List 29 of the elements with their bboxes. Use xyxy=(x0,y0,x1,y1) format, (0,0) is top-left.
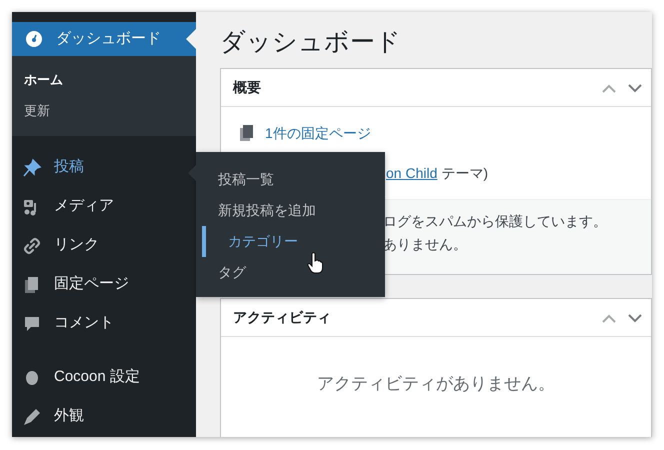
theme-link[interactable]: on Child xyxy=(386,162,438,184)
notice-text: ログをスパムから保護しています。 xyxy=(383,212,608,231)
panel-title: 概要 xyxy=(233,78,261,97)
theme-text: テーマ) xyxy=(441,164,488,183)
move-down-icon[interactable] xyxy=(627,82,643,94)
current-menu-item[interactable]: ダッシュボード xyxy=(12,22,196,56)
menu-item[interactable]: メディア xyxy=(12,187,196,226)
flyout-item[interactable]: 新規投稿を追加 xyxy=(196,195,385,226)
empty-message: アクティビティがありません。 xyxy=(317,373,555,395)
menu-item[interactable]: 固定ページ xyxy=(12,265,196,304)
submenu-item[interactable]: 更新 xyxy=(12,95,196,126)
panel-title: アクティビティ xyxy=(233,308,331,327)
move-down-icon[interactable] xyxy=(627,312,643,324)
gauge-icon xyxy=(24,29,44,49)
page-count-link[interactable]: 1件の固定ページ xyxy=(265,122,371,144)
menu-item[interactable]: コメント xyxy=(12,304,196,343)
brush-icon xyxy=(22,406,42,426)
page-title: ダッシュボード xyxy=(220,27,402,58)
pin-icon xyxy=(22,158,42,178)
menu-item[interactable]: リンク xyxy=(12,226,196,265)
menu-item[interactable]: Cocoon 設定 xyxy=(12,358,196,397)
hand-cursor-icon xyxy=(307,252,323,274)
link-icon xyxy=(22,236,42,256)
flyout-item[interactable]: タグ xyxy=(196,257,385,288)
submenu-item[interactable]: ホーム xyxy=(12,64,196,95)
flyout-item[interactable]: 投稿一覧 xyxy=(196,164,385,195)
pages-icon xyxy=(239,124,255,142)
menu-item[interactable]: 外観 xyxy=(12,397,196,436)
menu-item[interactable]: 投稿 xyxy=(12,148,196,187)
